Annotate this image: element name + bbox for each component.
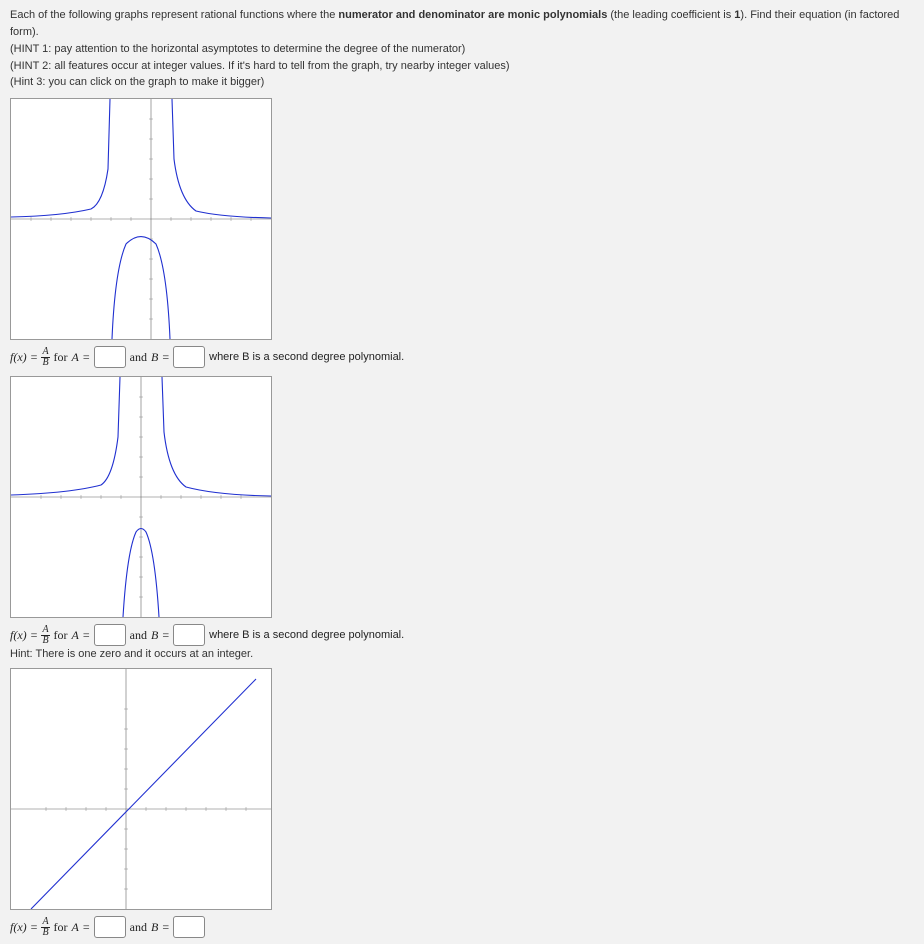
fraction: A B [41,347,49,368]
intro-text: Each of the following graphs represent r… [10,9,338,21]
intro-line1: Each of the following graphs represent r… [10,8,914,23]
fx-label: f(x) [10,628,27,643]
fraction: A B [41,625,49,646]
input-a-2[interactable] [94,624,126,646]
equals: = [31,350,38,365]
intro-bold: numerator and denominator are monic poly… [338,9,607,21]
graph-1[interactable] [10,98,272,340]
frac-num: A [41,917,49,928]
hint-3: (Hint 3: you can click on the graph to m… [10,75,914,90]
where-text: where B is a second degree polynomial. [209,629,404,641]
intro-line2: form). [10,25,914,40]
for-text: for [54,920,68,935]
var-a: A [72,920,79,935]
where-text: where B is a second degree polynomial. [209,351,404,363]
eq-sign: = [83,920,90,935]
var-a: A [72,350,79,365]
var-a: A [72,628,79,643]
for-text: for [54,628,68,643]
and-text: and [130,628,147,643]
frac-den: B [41,636,49,646]
var-b: B [151,628,158,643]
hint-2: (HINT 2: all features occur at integer v… [10,59,914,74]
graph-2[interactable] [10,376,272,618]
and-text: and [130,920,147,935]
equals: = [31,628,38,643]
eq-sign: = [83,628,90,643]
eq-sign: = [83,350,90,365]
input-b-1[interactable] [173,346,205,368]
question-1: f(x) = A B for A = and B = where B is a … [10,98,914,368]
intro-text: ). Find their equation (in factored [740,9,899,21]
and-text: and [130,350,147,365]
equation-row-1: f(x) = A B for A = and B = where B is a … [10,346,914,368]
eq-sign: = [162,920,169,935]
q2-subhint: Hint: There is one zero and it occurs at… [10,648,914,660]
graph-3[interactable] [10,668,272,910]
fx-label: f(x) [10,920,27,935]
var-b: B [151,350,158,365]
problem-intro: Each of the following graphs represent r… [10,8,914,90]
var-b: B [151,920,158,935]
equation-row-2: f(x) = A B for A = and B = where B is a … [10,624,914,646]
frac-den: B [41,358,49,368]
intro-text: (the leading coefficient is [607,9,734,21]
frac-den: B [41,928,49,938]
hint-1: (HINT 1: pay attention to the horizontal… [10,42,914,57]
equals: = [31,920,38,935]
question-3: f(x) = A B for A = and B = [10,668,914,938]
eq-sign: = [162,628,169,643]
fx-label: f(x) [10,350,27,365]
question-2: f(x) = A B for A = and B = where B is a … [10,376,914,660]
eq-sign: = [162,350,169,365]
input-b-2[interactable] [173,624,205,646]
input-a-1[interactable] [94,346,126,368]
for-text: for [54,350,68,365]
